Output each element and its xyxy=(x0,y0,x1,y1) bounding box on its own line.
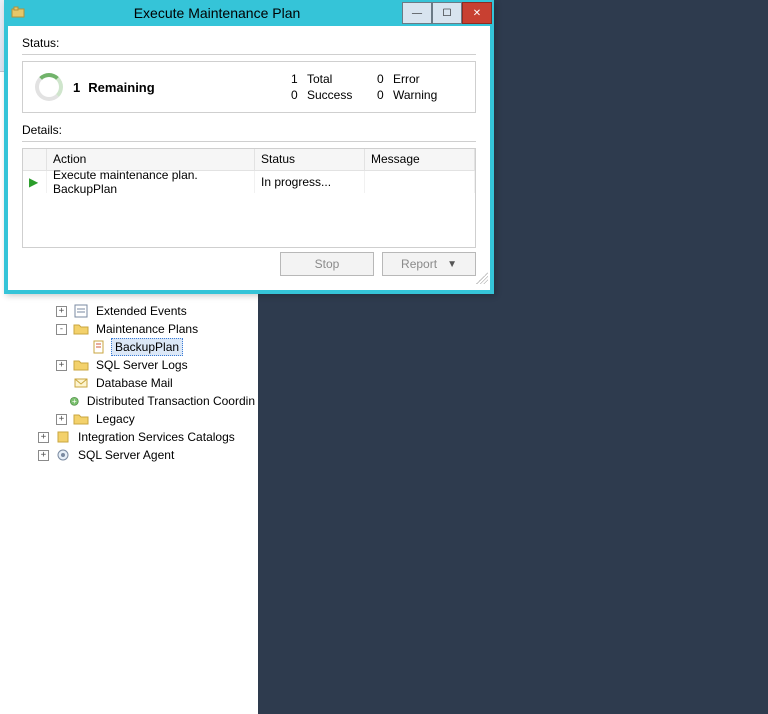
row-status-icon: ▶ xyxy=(23,171,47,193)
tree-item[interactable]: Distributed Transaction Coordin xyxy=(56,392,258,410)
row-message xyxy=(365,171,475,193)
remaining-label: Remaining xyxy=(88,80,154,95)
details-label: Details: xyxy=(22,123,476,137)
tree-item[interactable]: - Maintenance Plans xyxy=(56,320,258,338)
error-label: Error xyxy=(393,72,463,86)
expand-icon[interactable]: + xyxy=(38,450,49,461)
folder-icon xyxy=(73,321,89,337)
expander-blank xyxy=(56,396,63,407)
total-n: 1 xyxy=(291,72,307,86)
maximize-button[interactable]: ☐ xyxy=(432,2,462,24)
plan-icon xyxy=(91,339,107,355)
close-button[interactable]: ✕ xyxy=(462,2,492,24)
tree-item-label: SQL Server Agent xyxy=(75,447,177,463)
expander-blank xyxy=(74,342,85,353)
dialog-title: Execute Maintenance Plan xyxy=(32,5,402,21)
details-grid: Action Status Message ▶ Execute maintena… xyxy=(22,148,476,248)
divider xyxy=(22,141,476,142)
tree-item-label: SQL Server Logs xyxy=(93,357,191,373)
success-label: Success xyxy=(307,88,377,102)
resize-grip[interactable] xyxy=(476,272,488,284)
remaining-readout: 1 Remaining xyxy=(73,80,155,95)
mail-icon xyxy=(73,375,89,391)
warning-label: Warning xyxy=(393,88,463,102)
tree-item-label: Maintenance Plans xyxy=(93,321,201,337)
catalog-icon xyxy=(55,429,71,445)
dtc-icon xyxy=(69,393,80,409)
object-explorer-tree: + Extended Events - Maintenance PlansBackup… xyxy=(14,296,258,714)
dialog-titlebar[interactable]: Execute Maintenance Plan — ☐ ✕ xyxy=(4,0,494,26)
report-button-label: Report xyxy=(401,257,437,271)
dialog-icon xyxy=(10,5,26,21)
total-label: Total xyxy=(307,72,377,86)
divider xyxy=(22,54,476,55)
col-status-header[interactable]: Status xyxy=(255,149,365,171)
minimize-button[interactable]: — xyxy=(402,2,432,24)
tree-item-label: Database Mail xyxy=(93,375,176,391)
expand-icon[interactable]: + xyxy=(38,432,49,443)
expand-icon[interactable]: + xyxy=(56,414,67,425)
counts-grid: 1 Total 0 Error 0 Success 0 Warning xyxy=(291,72,463,102)
play-circle-icon: ▶ xyxy=(29,175,38,189)
tree-item-label: Distributed Transaction Coordin xyxy=(84,393,258,409)
events-icon xyxy=(73,303,89,319)
status-summary: 1 Remaining 1 Total 0 Error 0 Success 0 … xyxy=(22,61,476,113)
expander-blank xyxy=(56,378,67,389)
col-icon-header[interactable] xyxy=(23,149,47,171)
agent-icon xyxy=(55,447,71,463)
tree-item[interactable]: + Extended Events xyxy=(56,302,258,320)
success-n: 0 xyxy=(291,88,307,102)
remaining-count: 1 xyxy=(73,80,80,95)
status-label: Status: xyxy=(22,36,476,50)
stop-button[interactable]: Stop xyxy=(280,252,374,276)
tree-item[interactable]: Database Mail xyxy=(56,374,258,392)
row-status: In progress... xyxy=(255,171,365,193)
tree-item[interactable]: BackupPlan xyxy=(74,338,258,356)
tree-item[interactable]: + SQL Server Logs xyxy=(56,356,258,374)
expand-icon[interactable]: + xyxy=(56,360,67,371)
folder-icon xyxy=(73,357,89,373)
tree-item[interactable]: + Legacy xyxy=(56,410,258,428)
report-button[interactable]: Report ▼ xyxy=(382,252,476,276)
tree-item[interactable]: + SQL Server Agent xyxy=(38,446,258,464)
row-action: Execute maintenance plan. BackupPlan xyxy=(47,171,255,193)
folder-icon xyxy=(73,411,89,427)
tree-item-label: Integration Services Catalogs xyxy=(75,429,238,445)
tree-item-label: BackupPlan xyxy=(111,338,183,356)
tree-item[interactable]: + Integration Services Catalogs xyxy=(38,428,258,446)
tree-item-label: Legacy xyxy=(93,411,138,427)
warning-n: 0 xyxy=(377,88,393,102)
error-n: 0 xyxy=(377,72,393,86)
collapse-icon[interactable]: - xyxy=(56,324,67,335)
tree-item-label: Extended Events xyxy=(93,303,190,319)
col-message-header[interactable]: Message xyxy=(365,149,475,171)
expand-icon[interactable]: + xyxy=(56,306,67,317)
chevron-down-icon: ▼ xyxy=(447,259,457,270)
execute-maintenance-plan-dialog: Execute Maintenance Plan — ☐ ✕ Status: 1… xyxy=(4,0,494,294)
spinner-icon xyxy=(35,73,63,101)
